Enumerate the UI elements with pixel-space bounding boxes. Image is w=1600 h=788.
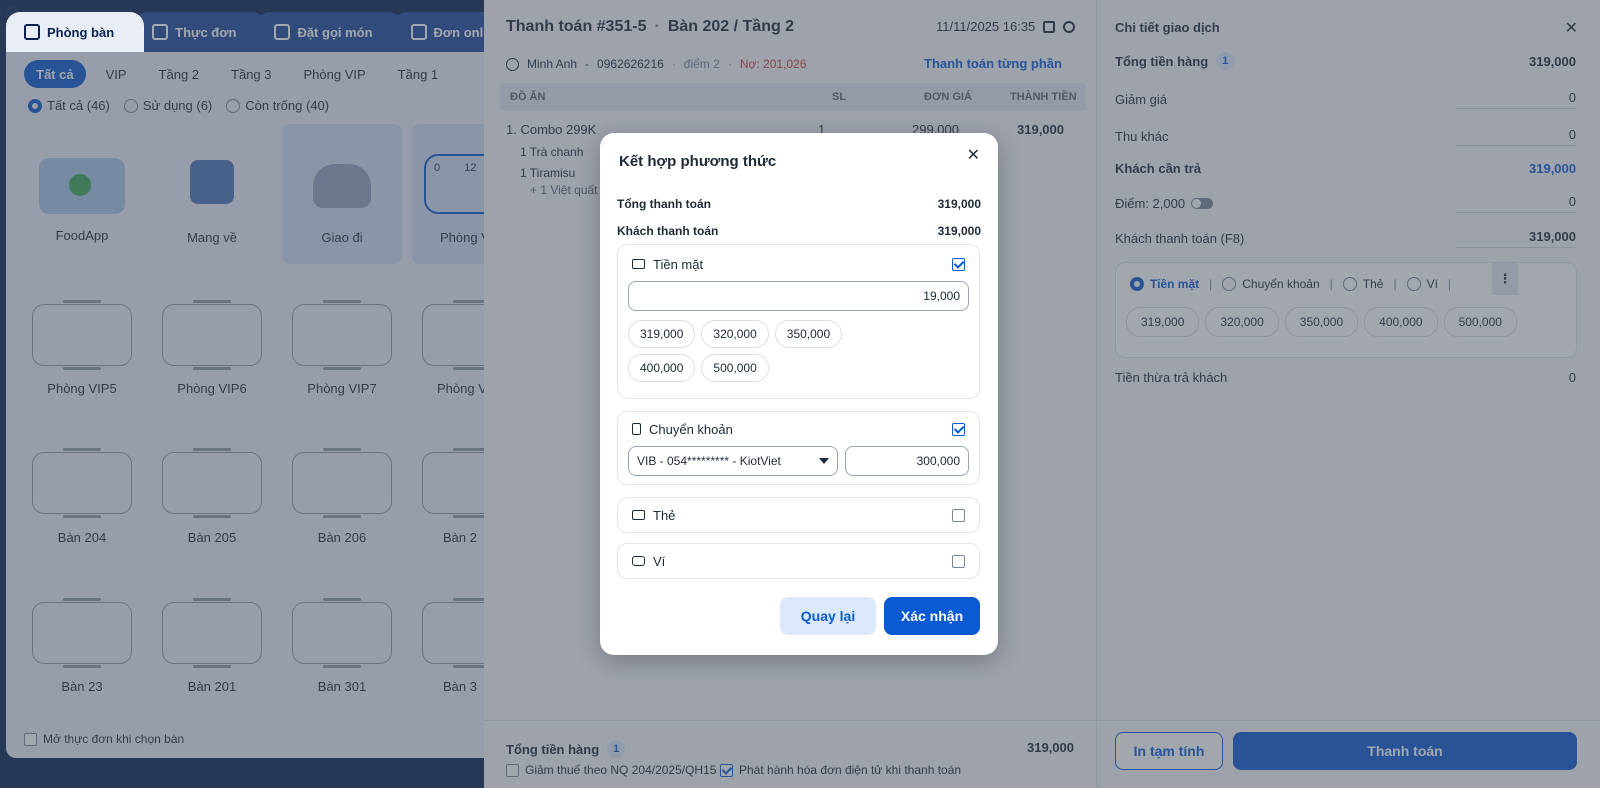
wallet-section: Ví <box>617 543 980 579</box>
close-icon[interactable]: ✕ <box>967 145 980 165</box>
transfer-checkbox[interactable] <box>952 422 965 436</box>
amount-button[interactable]: 350,000 <box>774 320 843 348</box>
combine-payment-dialog: Kết hợp phương thức ✕ Tổng thanh toán 319… <box>600 133 998 655</box>
bank-account-select[interactable]: VIB - 054********* - KiotViet <box>628 446 839 476</box>
amount-button[interactable]: 320,000 <box>701 320 769 348</box>
wallet-icon <box>632 556 645 566</box>
cash-amount-input[interactable]: 19,000 <box>628 281 969 311</box>
table-icon <box>24 24 40 40</box>
tab-tables[interactable]: Phòng bàn <box>6 12 145 52</box>
customer-paid-row: Khách thanh toán 319,000 <box>617 224 981 238</box>
cash-checkbox[interactable] <box>952 257 965 271</box>
transfer-amount-input[interactable]: 300,000 <box>845 446 969 476</box>
card-checkbox[interactable] <box>952 508 965 522</box>
total-payment-row: Tổng thanh toán 319,000 <box>617 197 981 211</box>
card-section: Thẻ <box>617 497 980 533</box>
bank-icon <box>632 423 641 435</box>
amount-button[interactable]: 319,000 <box>628 320 696 348</box>
back-button[interactable]: Quay lại <box>780 597 876 635</box>
cash-icon <box>632 259 645 269</box>
confirm-button[interactable]: Xác nhận <box>884 597 980 635</box>
chevron-down-icon <box>819 458 830 464</box>
dialog-title: Kết hợp phương thức <box>619 153 777 170</box>
transfer-section: Chuyển khoản VIB - 054********* - KiotVi… <box>617 411 980 485</box>
amount-button[interactable]: 400,000 <box>628 354 696 382</box>
card-icon <box>632 510 645 520</box>
cash-section: Tiền mặt 19,000 319,000 320,000 350,000 … <box>617 244 980 399</box>
cash-quick-amounts: 319,000 320,000 350,000 400,000 500,000 <box>618 311 908 382</box>
amount-button[interactable]: 500,000 <box>701 354 769 382</box>
wallet-checkbox[interactable] <box>952 554 965 568</box>
